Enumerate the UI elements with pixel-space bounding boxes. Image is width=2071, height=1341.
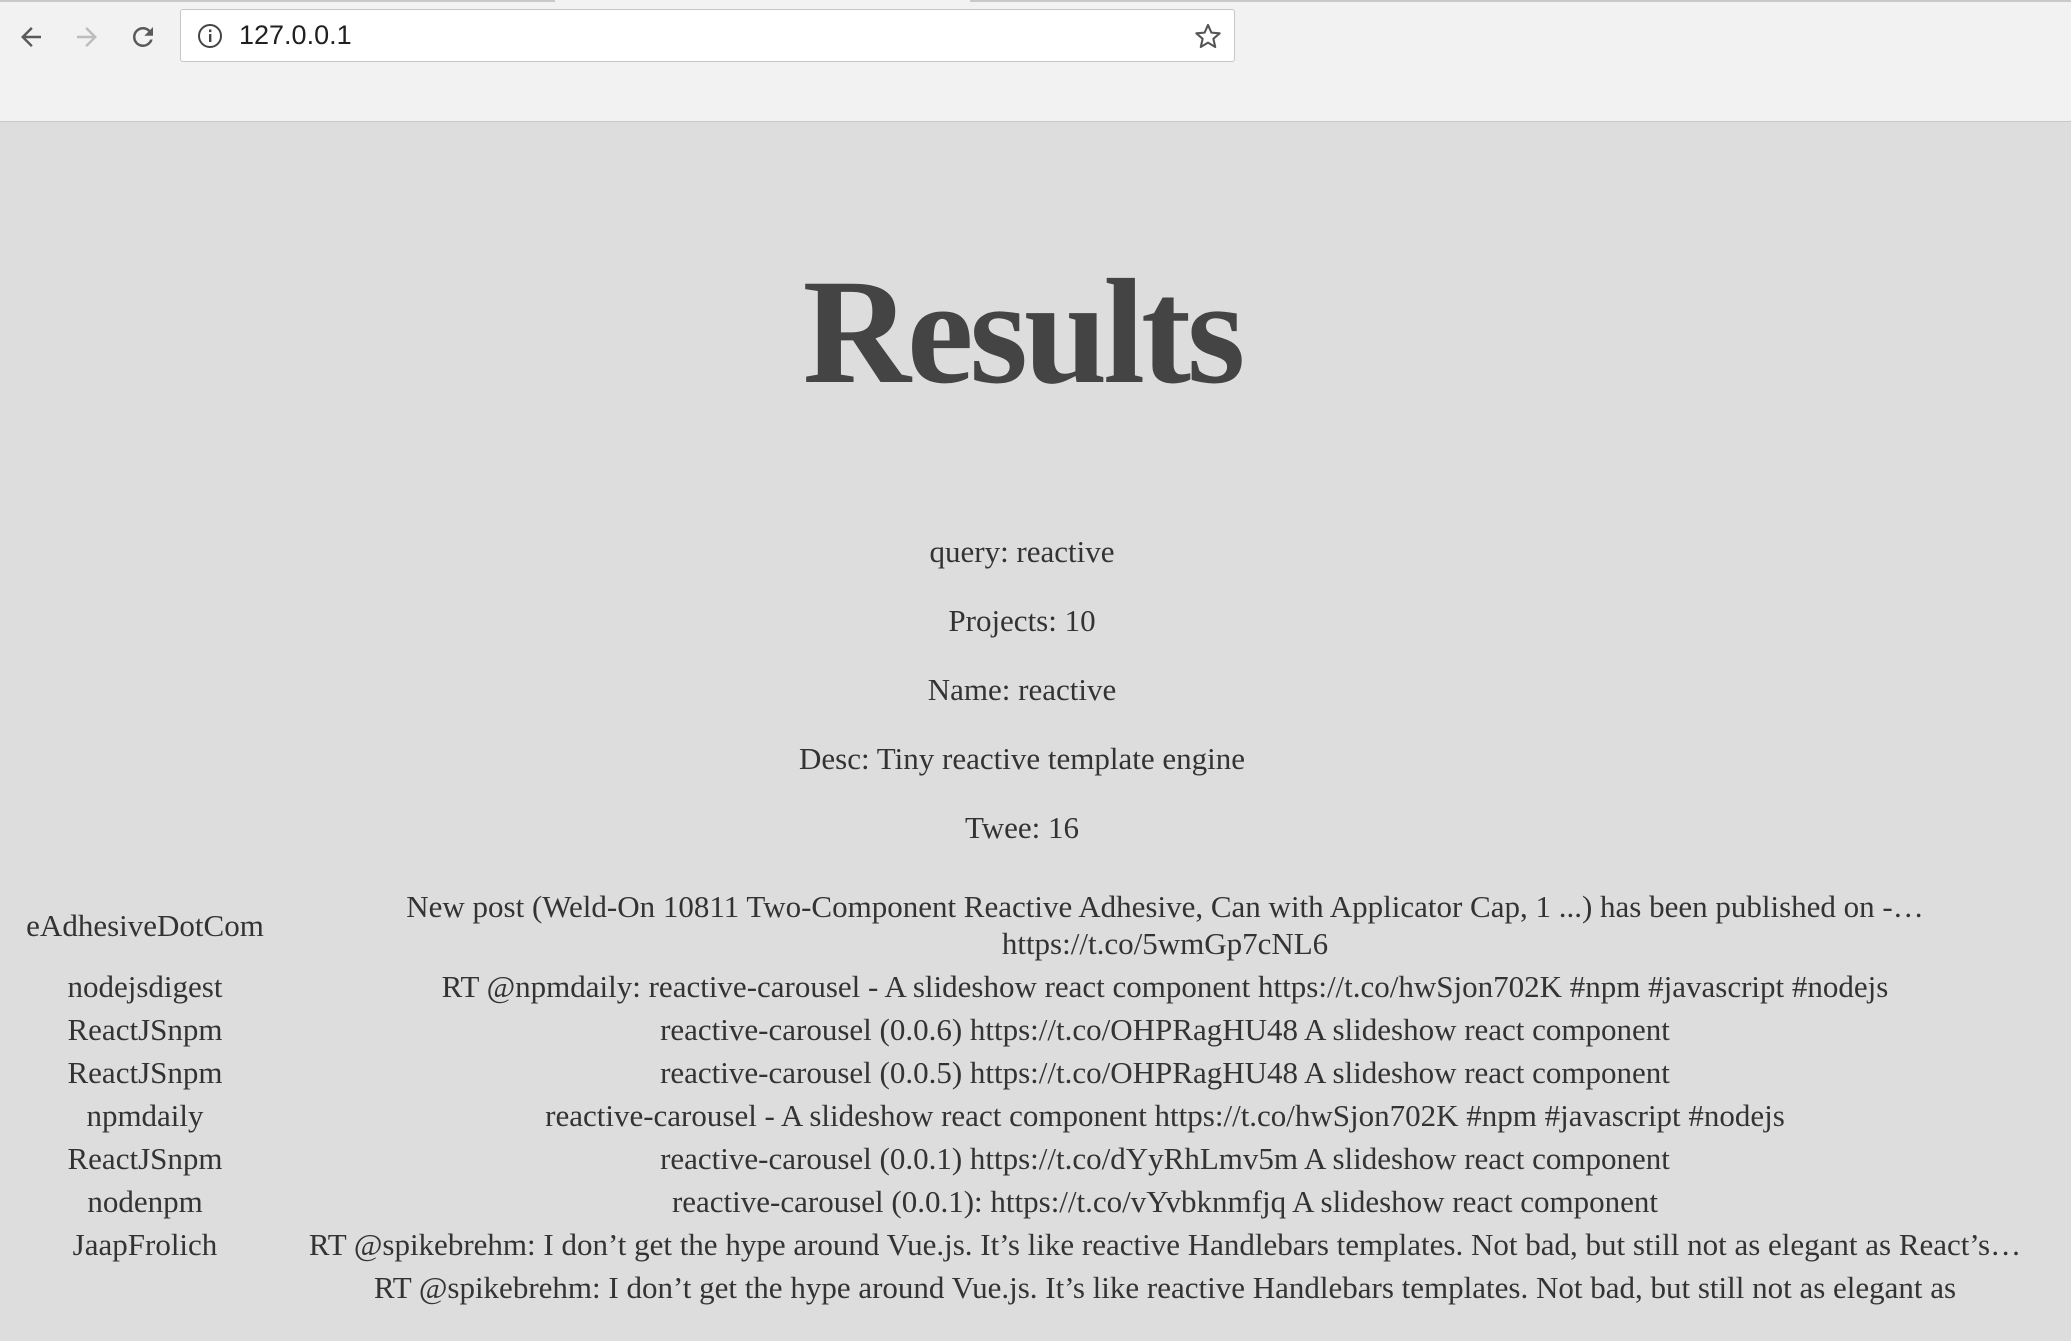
address-bar[interactable]: 127.0.0.1 [180,9,1235,62]
tweet-text: New post (Weld-On 10811 Two-Component Re… [406,889,1924,961]
table-row: nodenpm reactive-carousel (0.0.1): https… [4,1183,2040,1220]
arrow-left-icon [16,22,46,52]
back-button[interactable] [6,12,56,62]
tweets-table: eAdhesiveDotCom New post (Weld-On 10811 … [0,882,2044,1312]
table-row: ReactJSnpm reactive-carousel (0.0.1) htt… [4,1140,2040,1177]
tweet-text: reactive-carousel (0.0.5) https://t.co/O… [660,1055,1670,1090]
table-row: ReactJSnpm reactive-carousel (0.0.6) htt… [4,1011,2040,1048]
star-icon[interactable] [1194,22,1222,55]
tweet-text: reactive-carousel - A slideshow react co… [545,1098,1785,1133]
table-row: ReactJSnpm reactive-carousel (0.0.5) htt… [4,1054,2040,1091]
reload-button[interactable] [118,12,168,62]
tab-strip-edge [0,0,2071,2]
info-icon[interactable] [197,23,223,54]
tweet-text: RT @npmdaily: reactive-carousel - A slid… [441,969,1889,1004]
tweet-user: nodenpm [87,1184,203,1219]
tweet-user: ReactJSnpm [67,1012,223,1047]
tweet-user: npmdaily [86,1098,204,1133]
tweet-user [4,1269,286,1306]
tweet-user: JaapFrolich [72,1227,218,1262]
tweet-user: ReactJSnpm [67,1141,223,1176]
active-tab-edge [555,0,970,2]
tweet-user: eAdhesiveDotCom [26,907,264,943]
table-row: eAdhesiveDotCom New post (Weld-On 10811 … [4,888,2040,962]
table-row: JaapFrolich RT @spikebrehm: I don’t get … [4,1226,2040,1263]
project-description: Desc: Tiny reactive template engine [799,741,1245,776]
tweet-count: Twee: 16 [964,810,1080,845]
project-name: Name: reactive [927,672,1117,707]
table-row: npmdaily reactive-carousel - A slideshow… [4,1097,2040,1134]
page-title: Results [802,249,1246,415]
page-content: Results query: reactive Projects: 10 Nam… [0,122,2071,1341]
tweet-text: RT @spikebrehm: I don’t get the hype aro… [373,1270,1957,1305]
query-line: query: reactive [929,534,1115,569]
table-row: nodejsdigest RT @npmdaily: reactive-caro… [4,968,2040,1005]
tweet-text: RT @spikebrehm: I don’t get the hype aro… [308,1227,2022,1262]
tweet-user: nodejsdigest [67,969,223,1004]
browser-toolbar: 127.0.0.1 [0,0,2071,122]
tweet-user: ReactJSnpm [67,1055,223,1090]
reload-icon [128,22,158,52]
projects-count: Projects: 10 [948,603,1096,638]
forward-button[interactable] [62,12,112,62]
arrow-right-icon [72,22,102,52]
tweet-text: reactive-carousel (0.0.1): https://t.co/… [671,1184,1659,1219]
url-text[interactable]: 127.0.0.1 [239,10,352,61]
table-row: RT @spikebrehm: I don’t get the hype aro… [4,1269,2040,1306]
tweet-text: reactive-carousel (0.0.1) https://t.co/d… [660,1141,1670,1176]
tweet-text: reactive-carousel (0.0.6) https://t.co/O… [660,1012,1670,1047]
